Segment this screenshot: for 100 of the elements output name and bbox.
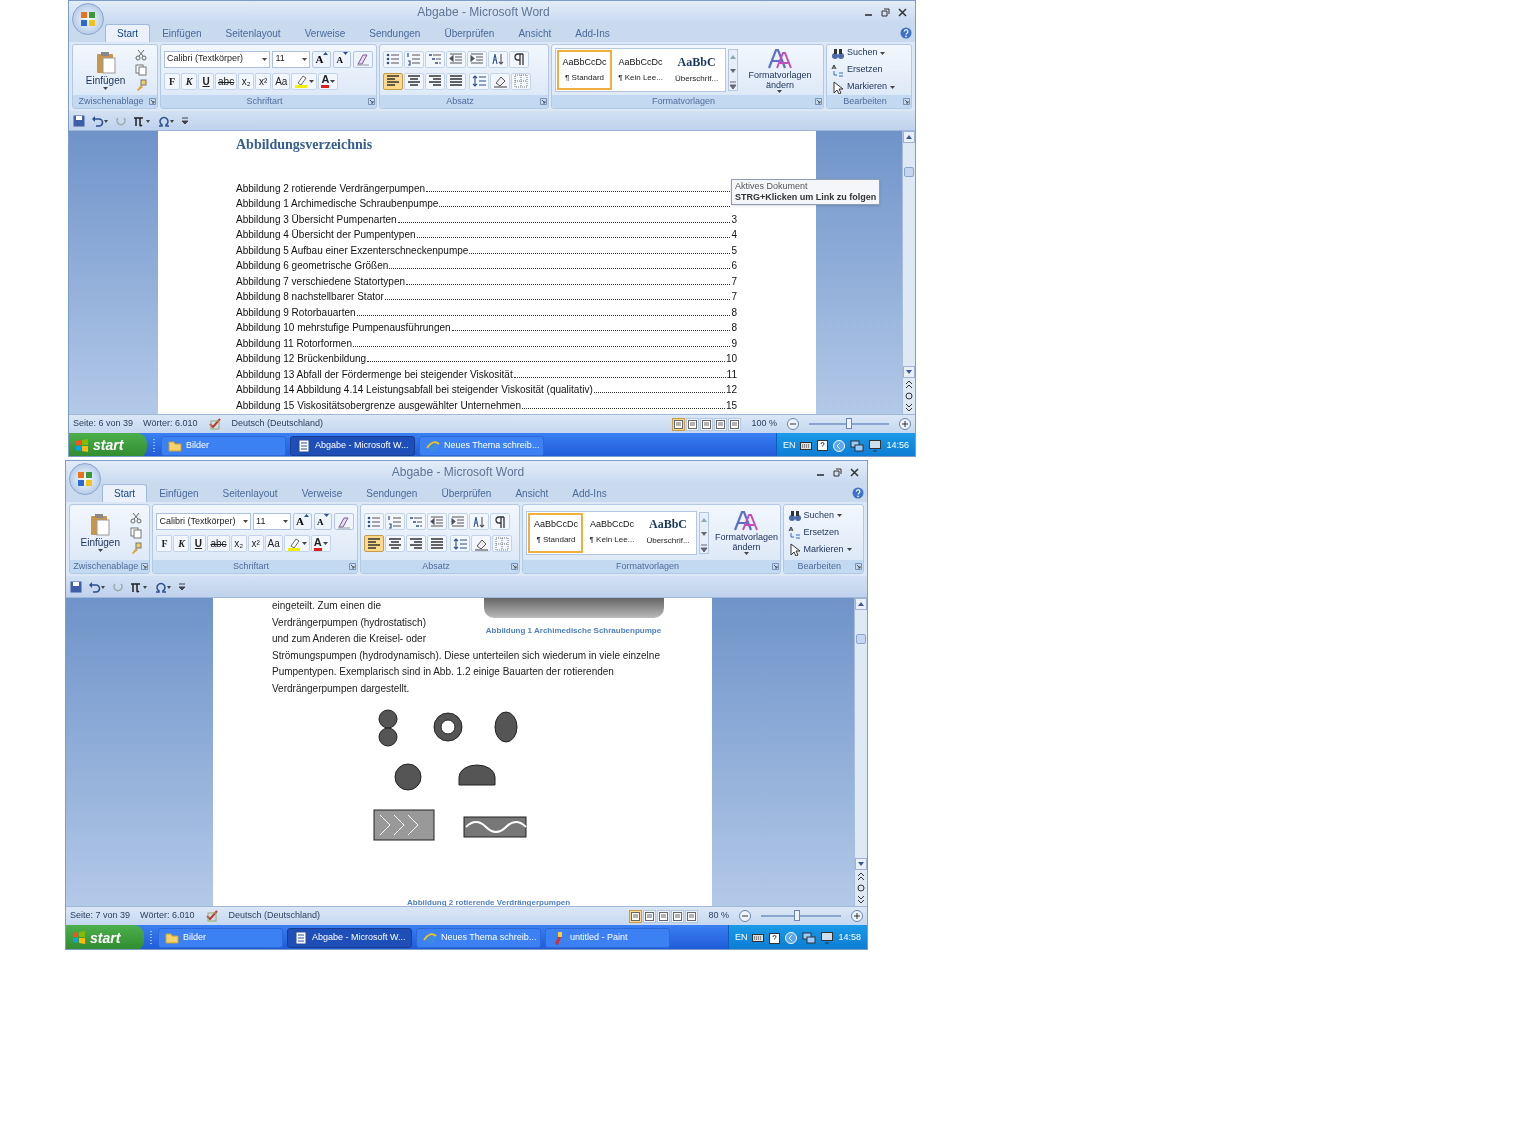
format-button[interactable]: F (164, 72, 181, 90)
ribbon-tab[interactable]: Seitenlayout (213, 24, 293, 42)
help-icon[interactable] (900, 27, 912, 39)
keyboard-icon[interactable] (800, 440, 813, 451)
view-button[interactable] (714, 417, 728, 431)
customize-icon[interactable] (178, 580, 186, 593)
toc-entry[interactable]: Abbildung 5 Aufbau einer Exzenterschneckenpumpe (236, 242, 469, 258)
toc-entry[interactable]: Abbildung 10 mehrstufige Pumpenausführungen (236, 320, 451, 335)
omega-icon[interactable] (157, 114, 175, 127)
font-name-field[interactable]: Calibri (Textkörper) (156, 513, 252, 530)
help-balloon-icon[interactable] (769, 932, 781, 944)
clear-format-button[interactable] (352, 50, 373, 68)
zoom-slider-thumb[interactable] (794, 910, 800, 921)
view-button[interactable] (672, 417, 686, 431)
proofing-icon[interactable] (207, 418, 222, 430)
ribbon-tab[interactable]: Verweise (292, 24, 358, 42)
help-balloon-icon[interactable] (817, 440, 829, 451)
view-button[interactable] (728, 417, 742, 431)
monitor-icon[interactable] (869, 439, 882, 452)
ribbon-tab[interactable]: Ansicht (506, 24, 564, 42)
justify-button[interactable] (445, 72, 466, 90)
multilevel-list-button[interactable] (424, 50, 445, 68)
view-button[interactable] (685, 909, 699, 923)
change-styles-button[interactable]: Formatvorlagen ändern (740, 47, 820, 93)
change-styles-button[interactable]: Formatvorlagen ändern (711, 510, 780, 555)
language-indicator[interactable]: EN (782, 438, 796, 453)
ribbon-tab[interactable]: Start (105, 24, 151, 42)
highlight-button[interactable] (291, 72, 318, 90)
pi-icon[interactable] (130, 580, 148, 593)
paste-button[interactable]: Einfügen (82, 50, 129, 90)
bullet-list-button[interactable] (382, 50, 403, 68)
pilcrow-button[interactable] (489, 513, 510, 530)
brush-icon[interactable] (135, 79, 148, 91)
more-icon[interactable] (729, 78, 738, 92)
increase-indent-button[interactable] (466, 50, 487, 68)
style-item[interactable]: AaBbCcDc ¶ Standard (528, 512, 584, 553)
font-name-field[interactable]: Calibri (Textkörper) (164, 50, 271, 68)
multilevel-list-button[interactable] (405, 513, 426, 530)
format-button[interactable]: x₂ (230, 535, 247, 552)
ribbon-tab[interactable]: Sendungen (357, 24, 433, 42)
dialog-launcher-icon[interactable] (855, 563, 862, 570)
network-icon[interactable] (850, 439, 865, 452)
taskbar-item[interactable]: Abgabe - Microsoft W... (290, 435, 415, 456)
toc-entry[interactable]: Abbildung 4 Übersicht der Pumpentypen (236, 227, 416, 242)
scroll-down-icon[interactable] (855, 858, 867, 870)
customize-icon[interactable] (181, 114, 189, 127)
font-size-field[interactable]: 11 (272, 50, 311, 68)
format-button[interactable]: Aa (272, 72, 291, 90)
save-icon[interactable] (70, 580, 82, 593)
view-button[interactable] (700, 417, 714, 431)
ribbon-tab[interactable]: Add-Ins (560, 484, 619, 502)
brush-icon[interactable] (129, 541, 142, 554)
page-count[interactable]: Seite: 7 von 39 (70, 909, 131, 923)
scroll-thumb[interactable] (904, 167, 914, 177)
dialog-launcher-icon[interactable] (149, 98, 157, 105)
language-status[interactable]: Deutsch (Deutschland) (231, 417, 324, 431)
close-icon[interactable] (850, 467, 859, 477)
zoom-in-icon[interactable] (899, 418, 911, 430)
editing-button[interactable]: Markieren (830, 79, 907, 95)
pilcrow-button[interactable] (508, 50, 529, 68)
ribbon-tab[interactable]: Seitenlayout (210, 484, 290, 502)
format-button[interactable]: x² (247, 535, 264, 552)
next-page-icon[interactable] (855, 894, 867, 906)
ribbon-tab[interactable]: Überprüfen (432, 24, 507, 42)
dialog-launcher-icon[interactable] (814, 98, 822, 105)
zoom-slider-track[interactable] (761, 910, 841, 922)
zoom-slider-track[interactable] (809, 418, 889, 430)
line-spacing-button[interactable] (468, 72, 489, 90)
undo-icon[interactable] (91, 114, 109, 127)
view-button[interactable] (671, 909, 685, 923)
format-button[interactable]: abc (207, 535, 230, 552)
dialog-launcher-icon[interactable] (540, 98, 548, 105)
taskbar-item[interactable]: Bilder (161, 435, 286, 456)
align-center-button[interactable] (384, 535, 405, 552)
increase-indent-button[interactable] (447, 513, 468, 530)
ribbon-tab[interactable]: Einfügen (150, 24, 214, 42)
browse-object-icon[interactable] (855, 882, 867, 894)
dialog-launcher-icon[interactable] (511, 563, 519, 570)
toc-entry[interactable]: Abbildung 7 verschiedene Statortypen (236, 273, 405, 289)
shrink-font-button[interactable]: A (314, 513, 332, 530)
align-center-button[interactable] (403, 72, 424, 90)
toc-entry[interactable]: Abbildung 12 Brückenbildung (236, 351, 367, 366)
page-count[interactable]: Seite: 6 von 39 (73, 417, 134, 431)
editing-button[interactable]: Suchen (830, 45, 907, 61)
font-size-field[interactable]: 11 (253, 513, 292, 530)
grow-font-button[interactable]: A (293, 513, 313, 530)
ribbon-tab[interactable]: Verweise (289, 484, 355, 502)
editing-button[interactable]: Ersetzen (830, 62, 907, 78)
toc-entry[interactable]: Abbildung 2 rotierende Verdrängerpumpen (236, 180, 426, 196)
shrink-font-button[interactable]: A (333, 50, 351, 68)
zoom-out-icon[interactable] (739, 910, 751, 922)
sort-button[interactable] (487, 50, 508, 68)
editing-button[interactable]: Ersetzen (787, 525, 859, 540)
editing-button[interactable]: Markieren (787, 542, 859, 557)
shading-button[interactable] (489, 72, 510, 90)
taskbar-item[interactable]: untitled - Paint (545, 928, 670, 948)
taskbar-item[interactable]: Neues Thema schreib... (419, 435, 544, 456)
save-icon[interactable] (73, 114, 85, 127)
pi-icon[interactable] (133, 114, 151, 127)
network-icon[interactable] (802, 932, 817, 944)
